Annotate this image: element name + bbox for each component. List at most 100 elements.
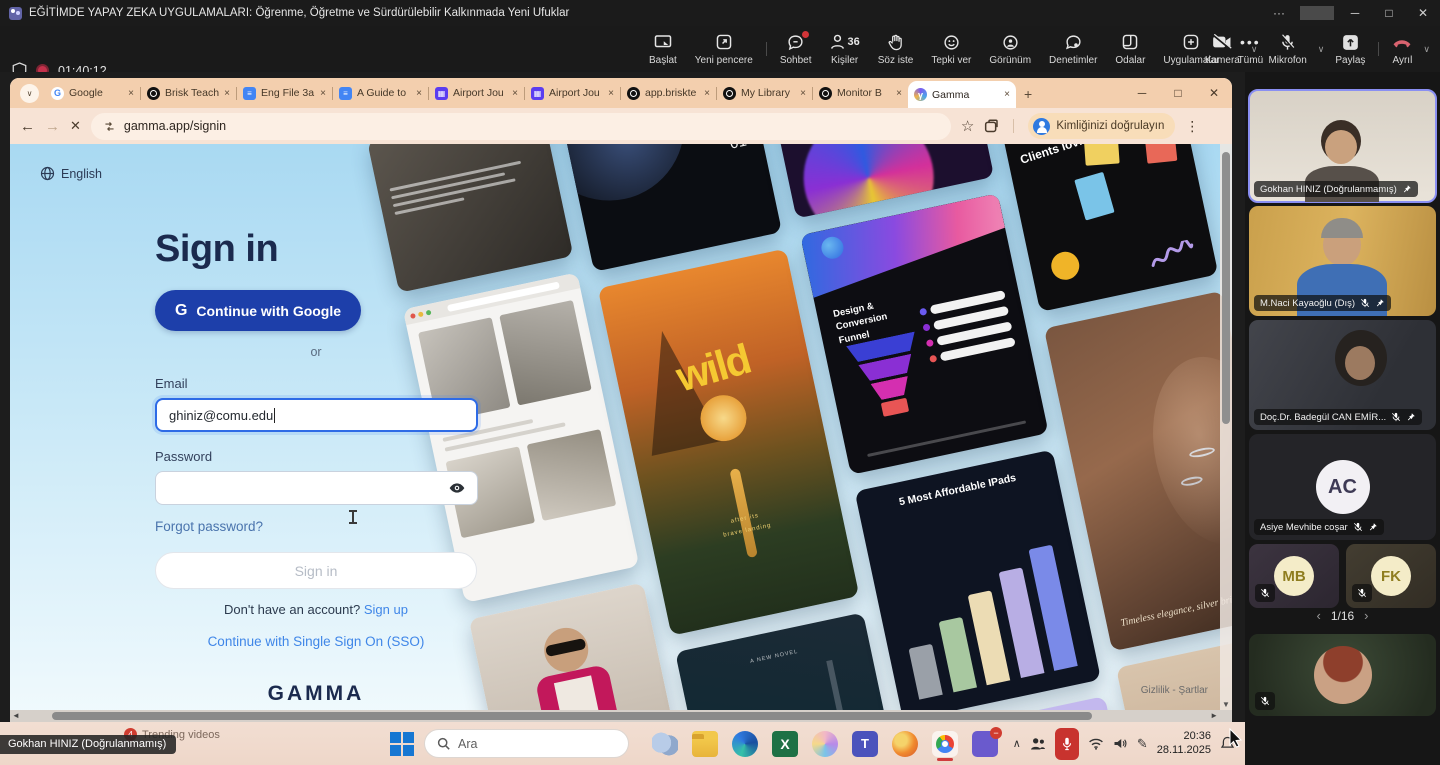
camera-button[interactable]: Kamera [1196, 26, 1249, 72]
vertical-scrollbar[interactable]: ▼ [1220, 144, 1232, 710]
forward-icon[interactable]: → [45, 118, 60, 135]
tab-close-icon[interactable]: × [800, 88, 806, 99]
privacy-terms-links[interactable]: Gizlilik - Şartlar [1141, 685, 1208, 696]
participant-avatar-tile[interactable]: AC Asiye Mevhibe coşar [1249, 434, 1436, 540]
people-icon [830, 34, 845, 50]
pen-icon[interactable]: ✎ [1137, 736, 1148, 752]
tab-close-icon[interactable]: × [704, 88, 710, 99]
widgets-icon[interactable] [652, 731, 678, 757]
scroll-right-arrow[interactable]: ► [1210, 710, 1218, 722]
tab-close-icon[interactable]: × [416, 88, 422, 99]
browser-tab[interactable]: My Library× [717, 78, 812, 108]
browser-minimize-icon[interactable]: ─ [1124, 86, 1160, 100]
tab-close-icon[interactable]: × [224, 88, 230, 99]
new-window-button[interactable]: Yeni pencere [686, 26, 762, 72]
page-prev-icon[interactable]: ‹ [1306, 608, 1330, 623]
controls-button[interactable]: Denetimler [1040, 26, 1106, 72]
language-selector[interactable]: English [40, 166, 102, 181]
participant-avatar-tile[interactable]: FK [1346, 544, 1436, 608]
chat-button[interactable]: Sohbet [771, 26, 821, 72]
gamma-favicon: γ [914, 88, 927, 101]
show-password-eye-icon[interactable] [449, 482, 465, 494]
taskbar-search[interactable]: Ara [424, 729, 629, 758]
password-field[interactable] [155, 471, 478, 505]
view-button[interactable]: Görünüm [980, 26, 1040, 72]
browser-tab[interactable]: ≡Eng File 3a× [237, 78, 332, 108]
signup-link[interactable]: Sign up [364, 602, 408, 617]
close-icon[interactable]: ✕ [1406, 6, 1440, 20]
tab-close-icon[interactable]: × [320, 88, 326, 99]
browser-tab[interactable]: Monitor B× [813, 78, 908, 108]
browser-close-icon[interactable]: ✕ [1196, 86, 1232, 100]
browser-tab[interactable]: ▦Airport Jou× [525, 78, 620, 108]
browser-tab[interactable]: GGoogle× [45, 78, 140, 108]
continue-with-google-button[interactable]: G Continue with Google [155, 290, 361, 331]
page-next-icon[interactable]: › [1354, 608, 1378, 623]
horizontal-scrollbar-thumb[interactable] [52, 712, 1092, 720]
tab-close-icon[interactable]: × [128, 88, 134, 99]
browser-tab[interactable]: Brisk Teach× [141, 78, 236, 108]
forgot-password-link[interactable]: Forgot password? [155, 519, 263, 534]
stop-loading-icon[interactable]: ✕ [70, 118, 81, 134]
participant-video[interactable]: Doç.Dr. Badegül CAN EMİR... [1249, 320, 1436, 430]
maximize-icon[interactable]: □ [1372, 6, 1406, 20]
rooms-button[interactable]: Odalar [1106, 26, 1154, 72]
tab-close-icon[interactable]: × [896, 88, 902, 99]
camera-chevron-icon[interactable]: ∨ [1249, 44, 1260, 55]
browser-menu-icon[interactable]: ⋮ [1185, 118, 1199, 135]
participant-video[interactable] [1249, 634, 1436, 716]
browser-tab[interactable]: app.briskte× [621, 78, 716, 108]
file-explorer-icon[interactable] [692, 731, 718, 757]
participant-video[interactable]: Gokhan HINIZ (Doğrulanmamış) [1249, 90, 1436, 202]
chrome-icon[interactable] [932, 731, 958, 757]
participant-avatar-tile[interactable]: MB [1249, 544, 1339, 608]
back-icon[interactable]: ← [20, 118, 35, 135]
edge-icon[interactable] [732, 731, 758, 757]
site-info-icon[interactable] [103, 120, 116, 133]
start-share-button[interactable]: Başlat [640, 26, 686, 72]
taskbar-clock[interactable]: 20:36 28.11.2025 [1157, 730, 1211, 758]
browser-tab[interactable]: ▦Airport Jou× [429, 78, 524, 108]
mic-button[interactable]: Mikrofon [1259, 26, 1315, 72]
horizontal-scrollbar[interactable]: ◄ ► [10, 710, 1232, 722]
tray-expand-icon[interactable]: ∧ [1013, 737, 1021, 750]
react-button[interactable]: Tepki ver [922, 26, 980, 72]
leave-chevron-icon[interactable]: ∨ [1421, 44, 1432, 55]
signin-submit-button[interactable]: Sign in [155, 552, 477, 589]
verify-identity-button[interactable]: Kimliğinizi doğrulayın [1028, 113, 1175, 139]
new-tab-icon[interactable]: + [1024, 86, 1032, 102]
teams-classic-icon[interactable]: − [972, 731, 998, 757]
tab-close-icon[interactable]: × [1004, 89, 1010, 100]
excel-icon[interactable]: X [772, 731, 798, 757]
browser-maximize-icon[interactable]: □ [1160, 86, 1196, 100]
leave-button[interactable]: Ayrıl [1383, 26, 1421, 72]
browser-tab-active[interactable]: γGamma× [908, 81, 1016, 108]
bookmark-star-icon[interactable]: ☆ [961, 117, 974, 135]
share-button[interactable]: Paylaş [1326, 26, 1374, 72]
tray-teams-icon[interactable] [1030, 737, 1046, 751]
tab-close-icon[interactable]: × [608, 88, 614, 99]
firefox-icon[interactable] [892, 731, 918, 757]
scroll-down-arrow[interactable]: ▼ [1220, 700, 1232, 709]
volume-icon[interactable] [1113, 737, 1128, 750]
browser-tab[interactable]: ≡A Guide to× [333, 78, 428, 108]
minimize-icon[interactable]: ─ [1338, 6, 1372, 20]
titlebar-more-icon[interactable]: ··· [1262, 6, 1296, 20]
start-button[interactable] [390, 732, 414, 756]
tab-groups-icon[interactable] [984, 119, 999, 134]
sso-link[interactable]: Continue with Single Sign On (SSO) [106, 634, 526, 649]
vertical-scrollbar-thumb[interactable] [1222, 152, 1230, 424]
mic-chevron-icon[interactable]: ∨ [1316, 44, 1327, 55]
participant-video[interactable]: M.Naci Kayaoğlu (Dış) [1249, 206, 1436, 316]
people-button[interactable]: 36 Kişiler [821, 26, 869, 72]
wifi-icon[interactable] [1088, 737, 1104, 750]
tab-close-icon[interactable]: × [512, 88, 518, 99]
address-bar[interactable]: gamma.app/signin [91, 113, 951, 140]
copilot-icon[interactable] [812, 731, 838, 757]
recording-mic-indicator[interactable] [1055, 728, 1079, 760]
tab-search-icon[interactable]: ∨ [20, 84, 39, 103]
teams-app-icon[interactable]: T [852, 731, 878, 757]
email-field[interactable]: ghiniz@comu.edu [155, 398, 478, 432]
scroll-left-arrow[interactable]: ◄ [12, 710, 20, 722]
raise-hand-button[interactable]: Söz iste [869, 26, 923, 72]
